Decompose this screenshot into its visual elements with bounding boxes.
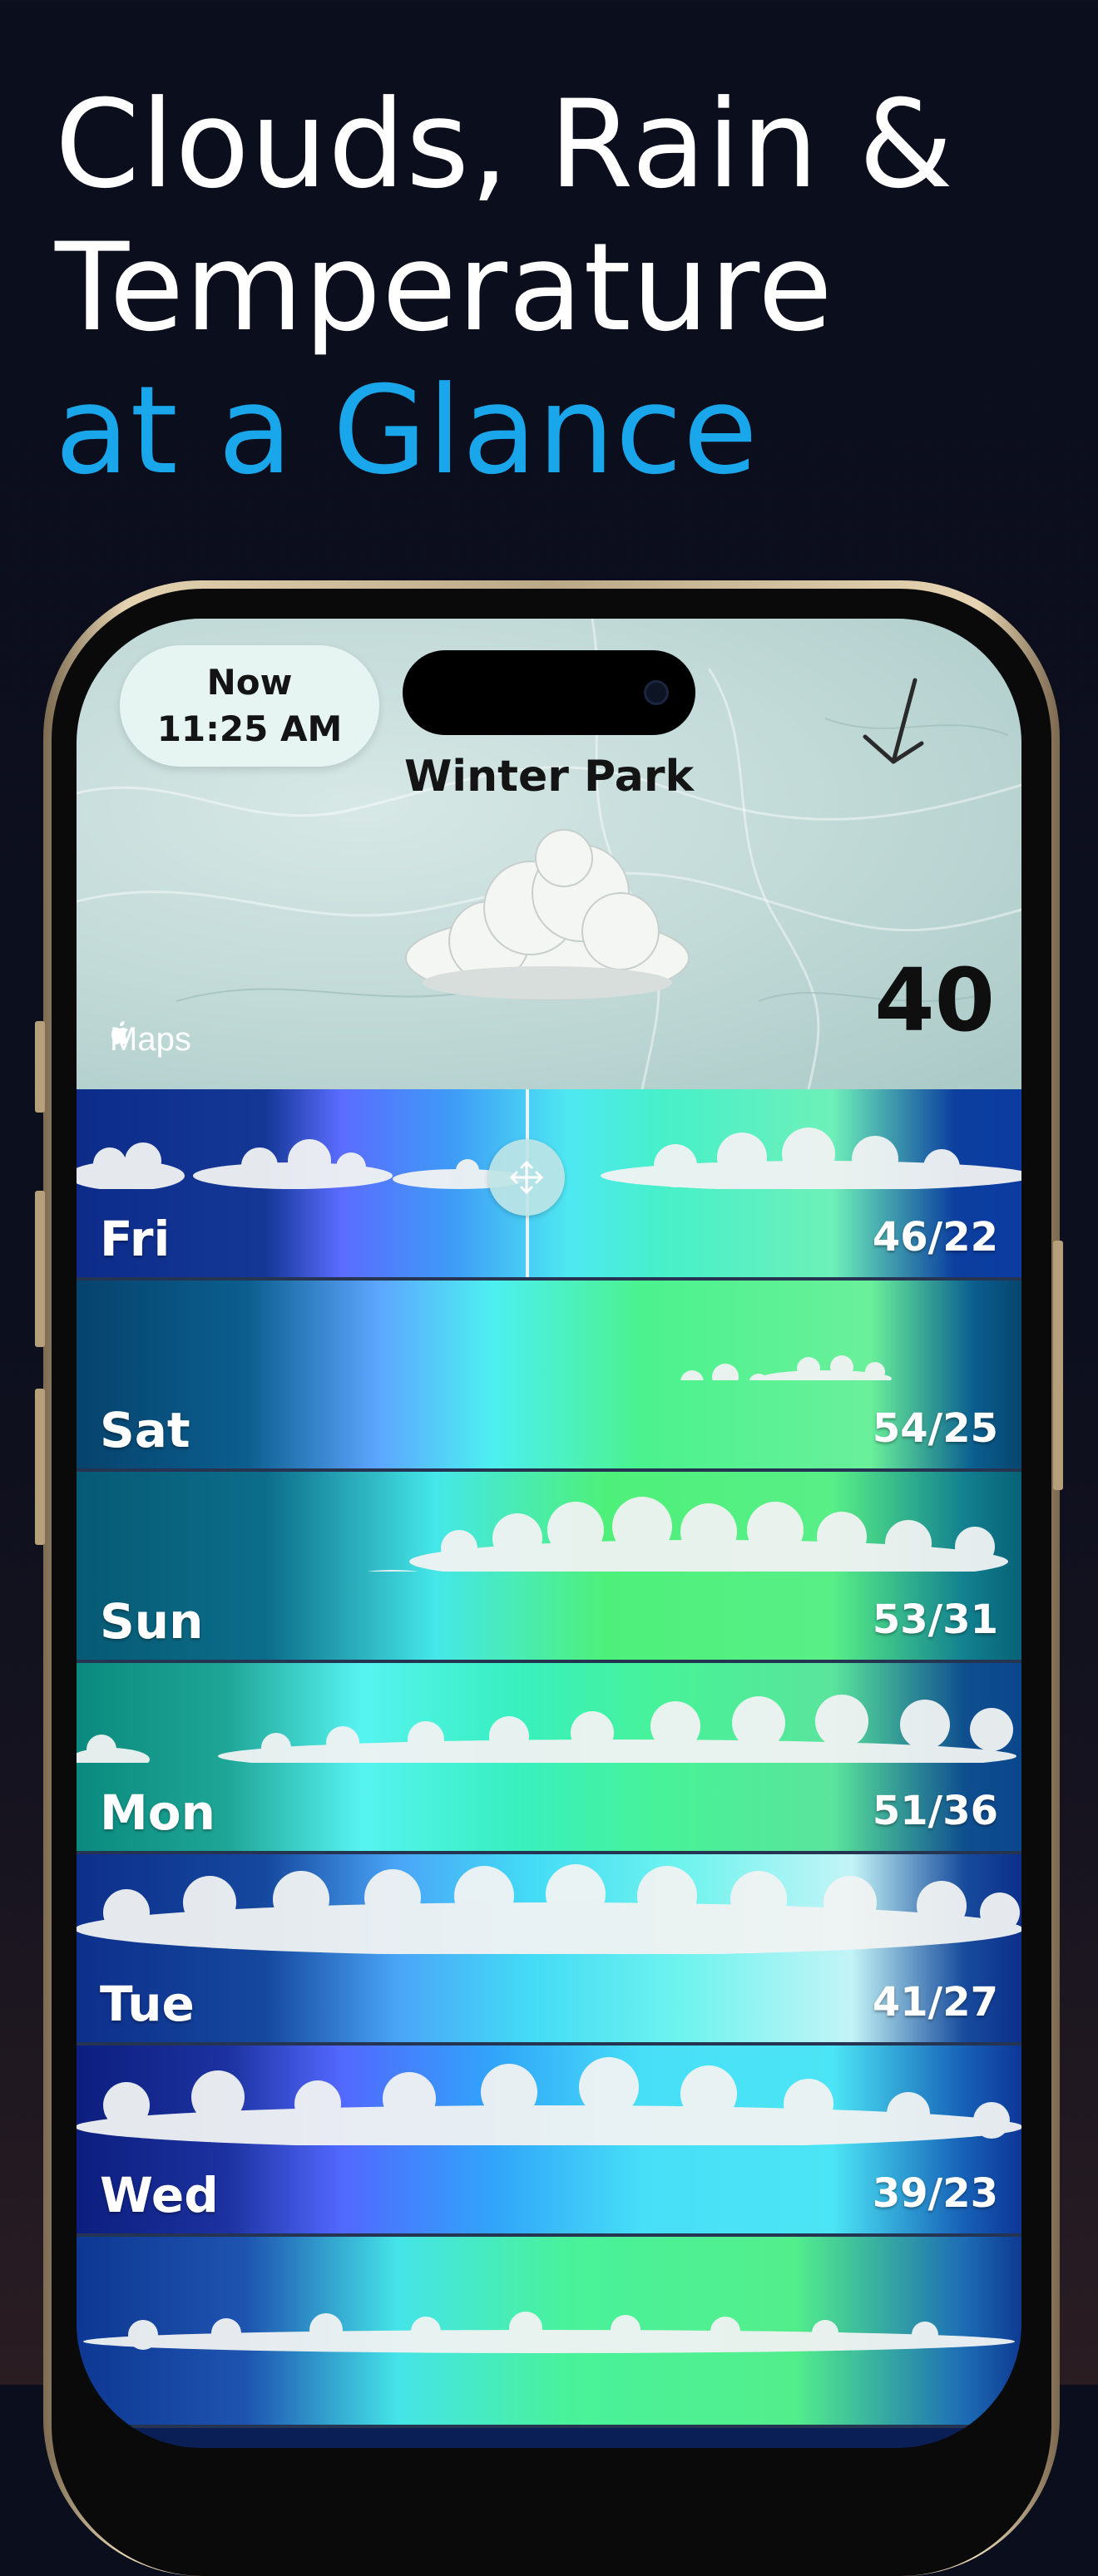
current-time: 11:25 AM [156, 708, 343, 749]
front-camera [644, 680, 669, 705]
forecast-row[interactable]: Mon 51/36 [77, 1663, 1021, 1854]
day-label: Tue [100, 1976, 195, 2032]
forecast-row[interactable]: Sun 53/31 [77, 1472, 1021, 1663]
headline: Clouds, Rain & Temperature at a Glance [55, 73, 954, 502]
headline-line-2: Temperature [55, 217, 833, 358]
phone-action-button [35, 1021, 45, 1113]
day-high-low: 39/23 [872, 2170, 998, 2217]
phone-screen: Now 11:25 AM Winter Park 40 Maps Fri 46/… [77, 619, 1021, 2448]
day-label: Sat [100, 1402, 190, 1458]
current-temperature: 40 [874, 950, 995, 1051]
cloud-band [680, 1355, 892, 1380]
headline-line-1: Clouds, Rain & [55, 74, 954, 215]
headline-line-3: at a Glance [55, 360, 759, 501]
day-high-low: 54/25 [872, 1405, 998, 1452]
phone-volume-up-button [35, 1191, 45, 1347]
cloud-band [77, 2057, 1021, 2145]
forecast-row[interactable]: Tue 41/27 [77, 1854, 1021, 2046]
day-label: Sun [100, 1593, 204, 1650]
cloud-band [77, 1864, 1021, 1954]
forecast-row[interactable] [77, 2237, 1021, 2428]
day-high-low: 51/36 [872, 1788, 998, 1834]
map-header[interactable]: Now 11:25 AM Winter Park 40 Maps [77, 619, 1021, 1089]
move-arrows-icon[interactable] [488, 1139, 565, 1216]
day-high-low: 46/22 [872, 1214, 998, 1261]
day-label: Mon [100, 1784, 215, 1841]
day-high-low: 53/31 [872, 1596, 998, 1643]
day-label: Fri [100, 1211, 171, 1267]
forecast-row[interactable]: Sat 54/25 [77, 1281, 1021, 1472]
day-high-low: 41/27 [872, 1979, 998, 2026]
phone-volume-down-button [35, 1389, 45, 1545]
maps-attribution[interactable]: Maps [110, 1021, 191, 1059]
current-time-pill[interactable]: Now 11:25 AM [120, 645, 379, 767]
cloud-band [83, 2312, 1015, 2353]
forecast-row[interactable]: Wed 39/23 [77, 2046, 1021, 2237]
dynamic-island [403, 650, 695, 735]
forecast-list: Fri 46/22 Sat 54/25 Sun 53/31 Mon 51/36 … [77, 1089, 1021, 2428]
cloud-band [77, 1695, 1016, 1763]
day-label: Wed [100, 2167, 219, 2223]
phone-side-button [1053, 1241, 1063, 1490]
forecast-row[interactable]: Fri 46/22 [77, 1089, 1021, 1281]
cloud-band [368, 1497, 1008, 1572]
now-label: Now [206, 662, 293, 703]
